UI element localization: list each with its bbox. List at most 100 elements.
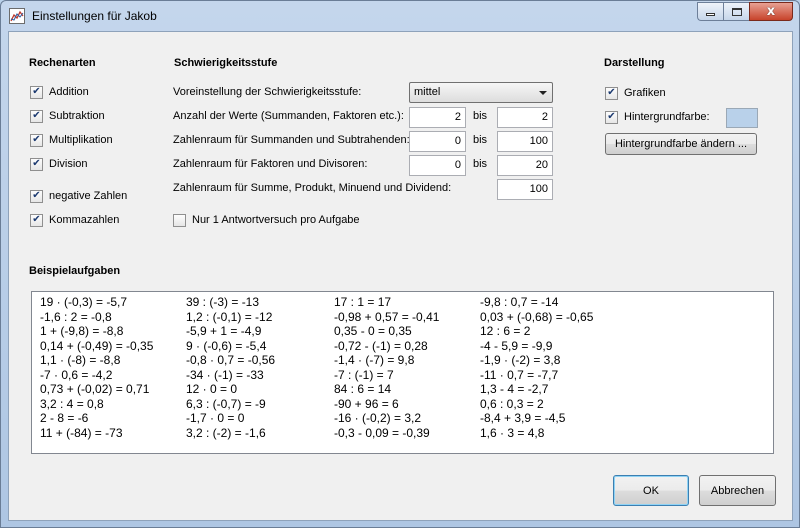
beispiele-heading: Beispielaufgaben — [29, 265, 121, 277]
schwierigkeit-dropdown[interactable]: mittel — [409, 82, 553, 103]
checkmark-icon: ✔ — [32, 134, 41, 145]
example-task: -0,8 · 0,7 = -0,56 — [186, 353, 276, 367]
close-button[interactable]: x — [749, 2, 793, 21]
faktoren-label: Zahlenraum für Faktoren und Divisoren: — [173, 158, 368, 170]
kommazahlen-checkbox-row[interactable]: ✔ Kommazahlen — [30, 213, 119, 227]
example-task: 1 + (-9,8) = -8,8 — [40, 324, 124, 338]
schwierigkeit-dropdown-value: mittel — [414, 86, 441, 98]
subtraktion-checkbox[interactable]: ✔ — [30, 109, 43, 123]
example-task: 0,14 + (-0,49) = -0,35 — [40, 338, 154, 353]
example-task: -1,7 · 0 = 0 — [186, 411, 245, 425]
hintergrund-checkbox-row[interactable]: ✔ Hintergrundfarbe: — [605, 110, 710, 124]
ok-button[interactable]: OK — [613, 475, 689, 506]
example-task: -0,72 - (-1) = 0,28 — [334, 338, 428, 353]
example-task: -7 · 0,6 = -4,2 — [40, 367, 113, 382]
addition-checkbox[interactable]: ✔ — [30, 85, 43, 99]
example-column-1: 19 · (-0,3) = -5,7 -1,6 : 2 = -0,8 1 + (… — [40, 295, 153, 440]
example-task: 1,1 · (-8) = -8,8 — [40, 353, 121, 367]
hintergrund-aendern-button[interactable]: Hintergrundfarbe ändern ... — [605, 133, 757, 155]
kommazahlen-label: Kommazahlen — [49, 214, 120, 226]
summanden-to-input[interactable]: 100 — [497, 131, 553, 152]
title-bar[interactable]: Einstellungen für Jakob x — [1, 1, 799, 31]
example-column-2: 39 : (-3) = -13 1,2 : (-0,1) = -12 -5,9 … — [186, 295, 275, 440]
hintergrund-checkbox[interactable]: ✔ — [605, 110, 618, 124]
summanden-from-input[interactable]: 0 — [409, 131, 466, 152]
division-checkbox[interactable]: ✔ — [30, 157, 43, 171]
einversuch-checkbox[interactable] — [173, 213, 186, 227]
example-task: -11 · 0,7 = -7,7 — [480, 367, 559, 382]
faktoren-from-input[interactable]: 0 — [409, 155, 466, 176]
addition-label: Addition — [49, 86, 89, 98]
example-task: 0,6 : 0,3 = 2 — [480, 396, 544, 411]
multiplikation-checkbox[interactable]: ✔ — [30, 133, 43, 147]
checkmark-icon: ✔ — [32, 110, 41, 121]
subtraktion-checkbox-row[interactable]: ✔ Subtraktion — [30, 109, 105, 123]
minimize-icon — [706, 13, 715, 16]
example-task: 6,3 : (-0,7) = -9 — [186, 396, 266, 411]
example-task: -1,4 · (-7) = 9,8 — [334, 353, 415, 367]
subtraktion-label: Subtraktion — [49, 110, 105, 122]
example-task: 19 · (-0,3) = -5,7 — [40, 295, 128, 309]
abbrechen-label: Abbrechen — [710, 484, 765, 497]
example-task: 12 : 6 = 2 — [480, 324, 531, 338]
example-task: 17 : 1 = 17 — [334, 295, 392, 309]
example-task: 0,03 + (-0,68) = -0,65 — [480, 309, 594, 324]
bis-label: bis — [473, 110, 488, 122]
window-title: Einstellungen für Jakob — [32, 9, 157, 23]
chevron-down-icon — [539, 91, 547, 95]
example-task: -7 : (-1) = 7 — [334, 367, 394, 382]
grafiken-checkbox-row[interactable]: ✔ Grafiken — [605, 86, 666, 100]
example-task: 2 - 8 = -6 — [40, 411, 89, 425]
example-task: 11 + (-84) = -73 — [40, 425, 123, 440]
example-task: -1,6 : 2 = -0,8 — [40, 309, 112, 324]
grafiken-label: Grafiken — [624, 87, 666, 99]
negative-zahlen-checkbox[interactable]: ✔ — [30, 189, 43, 203]
example-task: -34 · (-1) = -33 — [186, 367, 264, 382]
negative-zahlen-checkbox-row[interactable]: ✔ negative Zahlen — [30, 189, 127, 203]
anzahl-from-input[interactable]: 2 — [409, 107, 466, 128]
settings-window: Einstellungen für Jakob x Rechenarten ✔ … — [0, 0, 800, 528]
example-column-4: -9,8 : 0,7 = -14 0,03 + (-0,68) = -0,65 … — [480, 295, 593, 440]
darstellung-heading: Darstellung — [604, 57, 665, 69]
example-task: 1,2 : (-0,1) = -12 — [186, 309, 273, 324]
voreinstellung-label: Voreinstellung der Schwierigkeitsstufe: — [173, 86, 362, 98]
example-task: -1,9 · (-2) = 3,8 — [480, 353, 561, 367]
checkmark-icon: ✔ — [607, 111, 616, 122]
maximize-icon — [731, 7, 742, 16]
einversuch-checkbox-row[interactable]: Nur 1 Antwortversuch pro Aufgabe — [173, 213, 360, 227]
example-task: 39 : (-3) = -13 — [186, 295, 260, 309]
anzahl-werte-label: Anzahl der Werte (Summanden, Faktoren et… — [173, 110, 404, 122]
example-task: -8,4 + 3,9 = -4,5 — [480, 411, 566, 425]
hintergrund-aendern-label: Hintergrundfarbe ändern ... — [614, 138, 748, 150]
example-column-3: 17 : 1 = 17 -0,98 + 0,57 = -0,41 0,35 - … — [334, 295, 439, 440]
checkmark-icon: ✔ — [32, 158, 41, 169]
ok-label: OK — [643, 484, 659, 497]
einversuch-label: Nur 1 Antwortversuch pro Aufgabe — [192, 214, 360, 226]
maximize-button[interactable] — [723, 2, 749, 21]
close-icon: x — [766, 4, 776, 19]
multiplikation-checkbox-row[interactable]: ✔ Multiplikation — [30, 133, 113, 147]
addition-checkbox-row[interactable]: ✔ Addition — [30, 85, 89, 99]
example-task: 0,73 + (-0,02) = 0,71 — [40, 382, 150, 396]
example-task: 9 · (-0,6) = -5,4 — [186, 338, 267, 353]
checkmark-icon: ✔ — [32, 190, 41, 201]
division-checkbox-row[interactable]: ✔ Division — [30, 157, 88, 171]
rechenarten-heading: Rechenarten — [29, 57, 96, 69]
minimize-button[interactable] — [697, 2, 723, 21]
example-task: -0,3 - 0,09 = -0,39 — [334, 425, 430, 440]
grafiken-checkbox[interactable]: ✔ — [605, 86, 618, 100]
summe-input[interactable]: 100 — [497, 179, 553, 200]
app-chart-icon — [9, 8, 25, 24]
kommazahlen-checkbox[interactable]: ✔ — [30, 213, 43, 227]
hintergrund-label: Hintergrundfarbe: — [624, 111, 710, 123]
division-label: Division — [49, 158, 88, 170]
example-task: 1,3 - 4 = -2,7 — [480, 382, 549, 396]
example-task: 12 · 0 = 0 — [186, 382, 238, 396]
faktoren-to-input[interactable]: 20 — [497, 155, 553, 176]
abbrechen-button[interactable]: Abbrechen — [699, 475, 776, 506]
anzahl-to-input[interactable]: 2 — [497, 107, 553, 128]
example-task: -90 + 96 = 6 — [334, 396, 399, 411]
example-task: 3,2 : 4 = 0,8 — [40, 396, 104, 411]
example-task: 1,6 · 3 = 4,8 — [480, 425, 545, 440]
example-task: -9,8 : 0,7 = -14 — [480, 295, 559, 309]
